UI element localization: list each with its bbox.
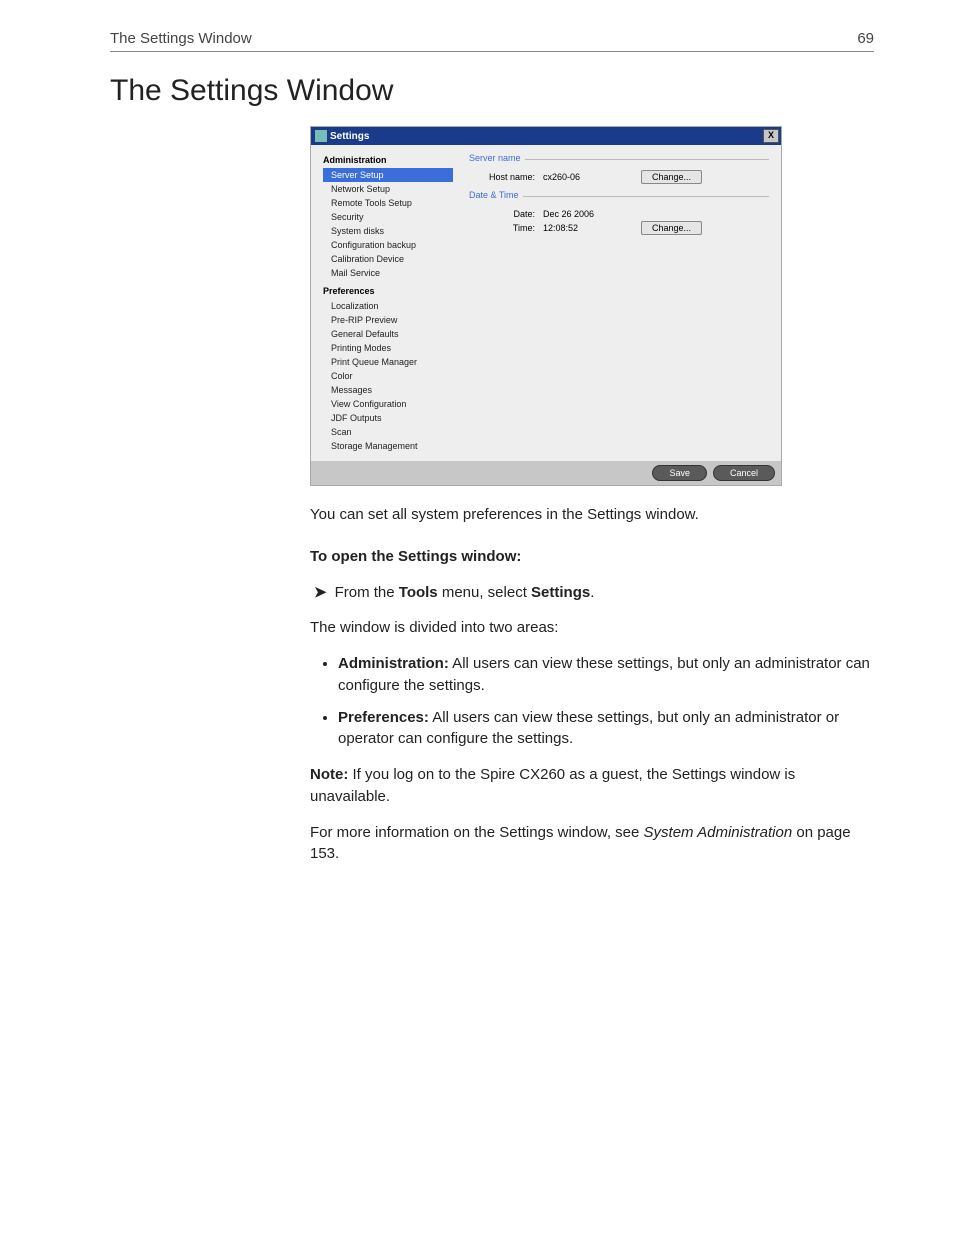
sidebar: Administration Server Setup Network Setu… (323, 155, 453, 453)
sidebar-item-server-setup[interactable]: Server Setup (323, 168, 453, 182)
sidebar-item-print-queue-manager[interactable]: Print Queue Manager (323, 355, 453, 369)
bullet-list: Administration: All users can view these… (310, 653, 874, 750)
sidebar-item-messages[interactable]: Messages (323, 383, 453, 397)
sidebar-item-storage-management[interactable]: Storage Management (323, 439, 453, 453)
open-header: To open the Settings window: (310, 546, 874, 568)
server-name-legend: Server name (465, 153, 525, 163)
sidebar-group-preferences: Preferences (323, 286, 453, 296)
time-label: Time: (465, 223, 543, 233)
body-text: You can set all system preferences in th… (310, 504, 874, 865)
sidebar-item-color[interactable]: Color (323, 369, 453, 383)
sidebar-item-calibration-device[interactable]: Calibration Device (323, 252, 453, 266)
sidebar-item-configuration-backup[interactable]: Configuration backup (323, 238, 453, 252)
sidebar-group-administration: Administration (323, 155, 453, 165)
sidebar-item-mail-service[interactable]: Mail Service (323, 266, 453, 280)
divided-paragraph: The window is divided into two areas: (310, 617, 874, 639)
sidebar-item-printing-modes[interactable]: Printing Modes (323, 341, 453, 355)
settings-window: Settings X Administration Server Setup N… (310, 126, 782, 486)
sidebar-item-pre-rip-preview[interactable]: Pre-RIP Preview (323, 313, 453, 327)
time-value: 12:08:52 (543, 223, 623, 233)
step-arrow-icon: ➤ (314, 582, 327, 604)
server-name-section: Server name Host name: cx260-06 Change..… (465, 159, 769, 182)
page-number: 69 (857, 30, 874, 47)
sidebar-item-view-configuration[interactable]: View Configuration (323, 397, 453, 411)
intro-paragraph: You can set all system preferences in th… (310, 504, 874, 526)
note-paragraph: Note: If you log on to the Spire CX260 a… (310, 764, 874, 808)
app-icon (315, 130, 327, 142)
sidebar-item-localization[interactable]: Localization (323, 299, 453, 313)
sidebar-item-network-setup[interactable]: Network Setup (323, 182, 453, 196)
running-header: The Settings Window 69 (110, 30, 874, 52)
step-text: From the Tools menu, select Settings. (335, 582, 595, 604)
running-left: The Settings Window (110, 30, 252, 47)
sidebar-item-security[interactable]: Security (323, 210, 453, 224)
host-name-value: cx260-06 (543, 172, 623, 182)
settings-panel: Server name Host name: cx260-06 Change..… (453, 155, 769, 453)
save-button[interactable]: Save (652, 465, 707, 481)
cancel-button[interactable]: Cancel (713, 465, 775, 481)
sidebar-item-system-disks[interactable]: System disks (323, 224, 453, 238)
sidebar-item-general-defaults[interactable]: General Defaults (323, 327, 453, 341)
sidebar-item-scan[interactable]: Scan (323, 425, 453, 439)
step-line: ➤ From the Tools menu, select Settings. (310, 582, 874, 604)
sidebar-item-jdf-outputs[interactable]: JDF Outputs (323, 411, 453, 425)
bullet-administration: Administration: All users can view these… (338, 653, 874, 697)
window-title: Settings (330, 131, 369, 142)
sidebar-item-remote-tools-setup[interactable]: Remote Tools Setup (323, 196, 453, 210)
dialog-footer: Save Cancel (311, 461, 781, 485)
date-time-section: Date & Time Date: Dec 26 2006 Time: 12:0… (465, 196, 769, 233)
change-hostname-button[interactable]: Change... (641, 170, 702, 184)
close-icon[interactable]: X (763, 129, 779, 143)
host-name-label: Host name: (465, 172, 543, 182)
date-value: Dec 26 2006 (543, 209, 623, 219)
change-datetime-button[interactable]: Change... (641, 221, 702, 235)
titlebar: Settings X (311, 127, 781, 145)
page-title: The Settings Window (110, 74, 874, 108)
date-label: Date: (465, 209, 543, 219)
bullet-preferences: Preferences: All users can view these se… (338, 707, 874, 751)
date-time-legend: Date & Time (465, 190, 523, 200)
reference-paragraph: For more information on the Settings win… (310, 822, 874, 866)
